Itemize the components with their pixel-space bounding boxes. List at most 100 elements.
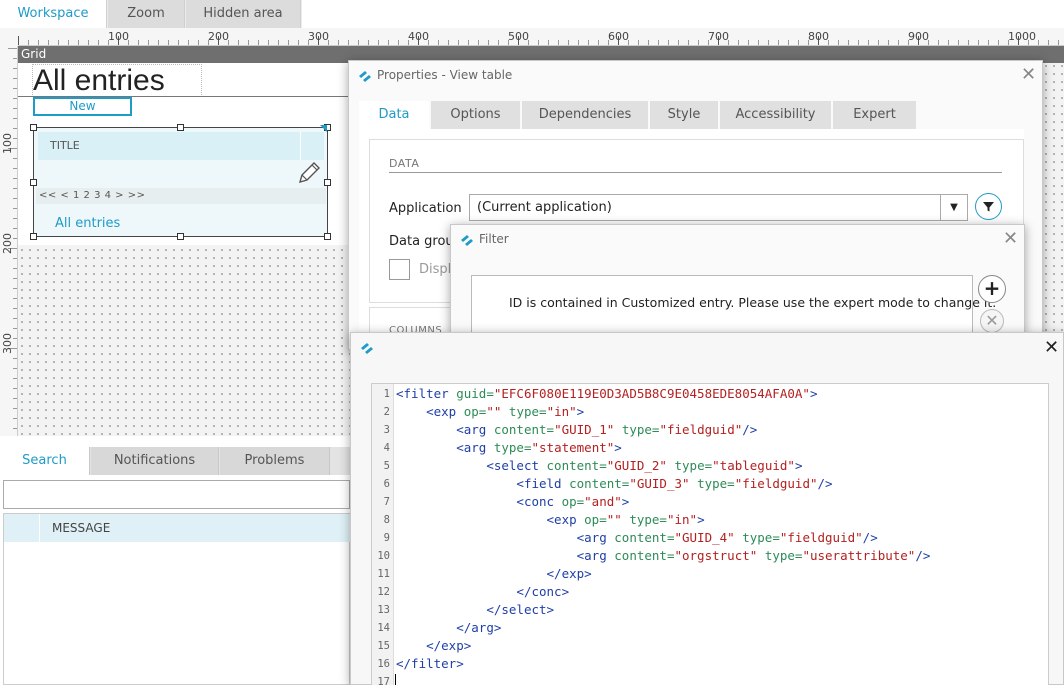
- line-number: 16: [377, 658, 390, 670]
- ruler-tick: [88, 40, 89, 45]
- ruler-tick: [968, 40, 969, 45]
- tab-expert[interactable]: Expert: [833, 101, 916, 129]
- ruler-tick: [838, 40, 839, 45]
- tab-notifications[interactable]: Notifications: [91, 447, 219, 475]
- resize-handle[interactable]: [324, 179, 331, 186]
- ruler-tick: [13, 308, 17, 309]
- ruler-tick: [13, 218, 17, 219]
- resize-handle[interactable]: [30, 179, 37, 186]
- tab-dependencies[interactable]: Dependencies: [522, 101, 648, 129]
- code-text: <arg content="GUID_4" type="fieldguid"/>: [576, 530, 878, 545]
- ruler-tick: [198, 40, 199, 45]
- ruler-tick: [958, 40, 959, 45]
- resize-handle[interactable]: [30, 233, 37, 240]
- ruler-tick: [368, 40, 369, 45]
- code-text: </filter>: [396, 656, 464, 671]
- corner-marker-icon: [320, 125, 327, 132]
- ruler-tick: [13, 378, 17, 379]
- selection-column[interactable]: [4, 514, 40, 542]
- ruler-tick: [13, 178, 17, 179]
- ruler-tick: [738, 40, 739, 45]
- ruler-tick: [13, 198, 17, 199]
- ruler-label: 400: [408, 30, 429, 43]
- message-column-header[interactable]: MESSAGE: [52, 514, 110, 542]
- view-table-widget[interactable]: TITLE << < 1 2 3 4 > >> All entries: [33, 127, 328, 237]
- ruler-tick: [458, 40, 459, 45]
- code-line: 13 </select>: [372, 601, 1048, 619]
- tab-options[interactable]: Options: [431, 101, 520, 129]
- tab-search[interactable]: Search: [0, 447, 90, 475]
- tab-hidden-area[interactable]: Hidden area: [186, 0, 301, 28]
- ruler-tick: [13, 228, 17, 229]
- top-tab-bar: Workspace Zoom Hidden area: [0, 0, 302, 28]
- tab-style[interactable]: Style: [650, 101, 718, 129]
- line-number: 7: [383, 496, 390, 508]
- ruler-tick: [38, 40, 39, 45]
- resize-handle[interactable]: [324, 233, 331, 240]
- page-title[interactable]: All entries: [33, 64, 165, 98]
- application-select[interactable]: (Current application) ▼: [469, 194, 968, 221]
- ruler-tick: [858, 40, 859, 45]
- pencil-icon[interactable]: [296, 160, 322, 186]
- chevron-down-icon[interactable]: ▼: [940, 195, 967, 220]
- code-text: </exp>: [426, 638, 472, 653]
- xml-code-editor[interactable]: 1 <filter guid="EFC6F080E119E0D3AD5B8C9E0…: [371, 383, 1049, 685]
- line-number: 3: [383, 424, 390, 436]
- all-entries-link[interactable]: All entries: [55, 216, 120, 231]
- ruler-tick: [1058, 40, 1059, 45]
- code-text: </arg>: [456, 620, 502, 635]
- tab-problems[interactable]: Problems: [220, 447, 330, 475]
- line-number: 12: [377, 586, 390, 598]
- remove-condition-button[interactable]: ✕: [980, 309, 1004, 333]
- filter-condition-text: ID is contained in Customized entry. Ple…: [509, 295, 997, 310]
- code-line: 7 <conc op="and">: [372, 493, 1048, 511]
- tab-data[interactable]: Data: [359, 101, 429, 129]
- ruler-tick: [348, 40, 349, 45]
- ruler-tick: [13, 98, 17, 99]
- close-icon[interactable]: ✕: [1003, 229, 1018, 249]
- ruler-tick: [588, 40, 589, 45]
- code-line: 1 <filter guid="EFC6F080E119E0D3AD5B8C9E0…: [372, 385, 1048, 403]
- close-icon[interactable]: ✕: [1044, 338, 1059, 358]
- resize-handle[interactable]: [177, 124, 184, 131]
- ruler-tick: [258, 40, 259, 45]
- ruler-tick: [288, 40, 289, 45]
- display-checkbox[interactable]: [389, 259, 410, 280]
- tab-accessibility[interactable]: Accessibility: [720, 101, 831, 129]
- ruler-tick: [13, 328, 17, 329]
- ruler-tick: [48, 40, 49, 45]
- resize-handle[interactable]: [30, 124, 37, 131]
- tab-workspace[interactable]: Workspace: [0, 0, 107, 28]
- search-input[interactable]: [3, 480, 350, 509]
- message-table-header: MESSAGE: [4, 514, 351, 542]
- filter-button[interactable]: [975, 193, 1002, 220]
- ruler-tick: [868, 40, 869, 45]
- new-button[interactable]: New: [33, 97, 132, 116]
- ruler-tick: [13, 318, 17, 319]
- ruler-tick: [748, 40, 749, 45]
- ruler-tick: [658, 40, 659, 45]
- resize-handle[interactable]: [177, 233, 184, 240]
- ruler-tick: [13, 78, 17, 79]
- line-number: 9: [383, 532, 390, 544]
- close-icon[interactable]: ✕: [1021, 65, 1036, 85]
- code-line: 5 <select content="GUID_2" type="tablegu…: [372, 457, 1048, 475]
- code-line: 2 <exp op="" type="in">: [372, 403, 1048, 421]
- ruler-tick: [998, 40, 999, 45]
- ruler-tick: [688, 40, 689, 45]
- ruler-tick: [988, 40, 989, 45]
- ruler-tick: [13, 288, 17, 289]
- ruler-tick: [848, 40, 849, 45]
- ruler-tick: [13, 68, 17, 69]
- ruler-tick: [378, 40, 379, 45]
- code-text: </conc>: [516, 584, 570, 599]
- code-line: 14 </arg>: [372, 619, 1048, 637]
- ruler-tick: [13, 158, 17, 159]
- table-pager[interactable]: << < 1 2 3 4 > >>: [36, 188, 326, 204]
- ruler-tick: [1038, 40, 1039, 45]
- add-condition-button[interactable]: +: [978, 275, 1006, 303]
- ruler-tick: [248, 40, 249, 45]
- tab-zoom[interactable]: Zoom: [108, 0, 185, 28]
- application-label: Application: [389, 201, 462, 216]
- code-line: 15 </exp>: [372, 637, 1048, 655]
